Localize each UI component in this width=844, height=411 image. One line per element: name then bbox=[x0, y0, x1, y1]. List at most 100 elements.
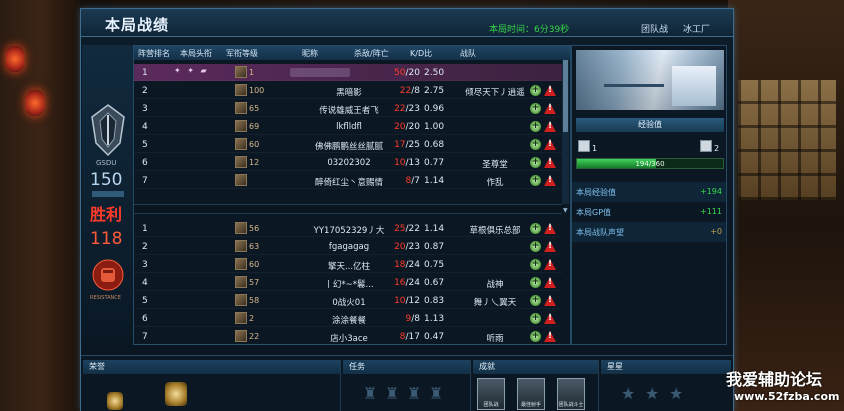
rank-number: 4 bbox=[142, 122, 148, 132]
kd-ratio: 0.87 bbox=[424, 242, 445, 252]
kills-deaths: 8/17 bbox=[374, 332, 420, 342]
kd-ratio: 1.14 bbox=[424, 176, 445, 186]
kd-ratio: 0.68 bbox=[424, 140, 445, 150]
kills: 50 bbox=[394, 68, 406, 78]
add-friend-button[interactable]: + bbox=[530, 295, 541, 306]
map-building bbox=[672, 66, 716, 106]
kd-ratio: 0.75 bbox=[424, 260, 445, 270]
trophy-icon: ♜ bbox=[407, 384, 422, 403]
resistance-label: RESISTANCE bbox=[90, 295, 121, 301]
col-rank: 阵营排名 bbox=[138, 49, 170, 58]
rank-level: 57 bbox=[249, 278, 260, 287]
achievement-label: 团队战斗士 bbox=[558, 402, 584, 408]
report-button[interactable]: ! bbox=[544, 277, 556, 288]
rank-insignia-icon bbox=[235, 330, 247, 342]
star-icon: ★ bbox=[621, 384, 636, 403]
add-friend-button[interactable]: + bbox=[530, 175, 541, 186]
rank-level: 60 bbox=[249, 140, 260, 149]
rank-number: 7 bbox=[142, 176, 148, 186]
kills-deaths: 18/24 bbox=[374, 260, 420, 270]
team1-score: 150 bbox=[90, 170, 123, 190]
report-button[interactable]: ! bbox=[544, 331, 556, 342]
report-button[interactable]: ! bbox=[544, 241, 556, 252]
col-clan: 战队 bbox=[460, 49, 476, 58]
report-button[interactable]: ! bbox=[544, 103, 556, 114]
deaths: /24 bbox=[405, 260, 420, 270]
scroll-down-icon[interactable]: ▼ bbox=[563, 207, 568, 214]
deaths: /23 bbox=[405, 104, 420, 114]
trophy-icon: ♜ bbox=[385, 384, 400, 403]
add-friend-button[interactable]: + bbox=[530, 259, 541, 270]
table-row: 6 2 涂涂餐餐 9/8 1.13 +! bbox=[134, 310, 562, 327]
exp-progress-bar: 194/360 bbox=[576, 158, 724, 169]
report-button[interactable]: ! bbox=[544, 157, 556, 168]
add-friend-button[interactable]: + bbox=[530, 121, 541, 132]
stat-label: 本局GP值 bbox=[576, 208, 612, 217]
rank-number: 6 bbox=[142, 314, 148, 324]
rank-insignia-icon bbox=[235, 66, 247, 78]
report-button[interactable]: ! bbox=[544, 313, 556, 324]
kills: 10 bbox=[394, 296, 406, 306]
star-icon: ★ bbox=[645, 384, 660, 403]
scrollbar[interactable]: ▼ bbox=[562, 60, 569, 214]
mode-label: 团队战 bbox=[641, 25, 669, 35]
add-friend-button[interactable]: + bbox=[530, 223, 541, 234]
rank-level: 69 bbox=[249, 122, 260, 131]
report-button[interactable]: ! bbox=[544, 259, 556, 270]
report-button[interactable]: ! bbox=[544, 139, 556, 150]
table-row: 7 醉倚红尘丶意赐情 8/7 1.14 作乱 +! bbox=[134, 172, 562, 189]
kills-deaths: 20/20 bbox=[374, 122, 420, 132]
add-friend-button[interactable]: + bbox=[530, 277, 541, 288]
rank-insignia-icon bbox=[235, 174, 247, 186]
rank-insignia-icon bbox=[235, 156, 247, 168]
clan-name: 作乱 bbox=[486, 178, 504, 188]
deaths: /23 bbox=[405, 242, 420, 252]
bottom-panel: 荣誉 任务 ♜ ♜ ♜ ♜ 成就 团队战 最佳射手 团队战斗士 星星 ★ ★ ★ bbox=[81, 355, 733, 411]
medal-icon bbox=[165, 382, 187, 406]
report-button[interactable]: ! bbox=[544, 85, 556, 96]
table-row: 4 57 丨幻*~*鬈... 16/24 0.67 战神 +! bbox=[134, 274, 562, 291]
deaths: /17 bbox=[405, 332, 420, 342]
background-right bbox=[728, 0, 844, 411]
achievement-badge[interactable]: 团队战斗士 bbox=[557, 378, 585, 410]
add-friend-button[interactable]: + bbox=[530, 103, 541, 114]
achievement-badge[interactable]: 团队战 bbox=[477, 378, 505, 410]
medal-icon bbox=[107, 392, 123, 410]
deaths: /22 bbox=[405, 224, 420, 234]
add-friend-button[interactable]: + bbox=[530, 139, 541, 150]
results-window: 本局战绩 本局时间：6分39秒 团队战 冰工厂 GSDU 150 胜利 118 … bbox=[80, 8, 734, 411]
title-bar: 本局战绩 本局时间：6分39秒 团队战 冰工厂 bbox=[81, 9, 733, 37]
table-row: 5 60 佛佛鹏鹏丝丝腻腻 17/25 0.68 +! bbox=[134, 136, 562, 153]
table-row: 3 60 擎天...亿柱 18/24 0.75 +! bbox=[134, 256, 562, 273]
rank-insignia-icon bbox=[235, 138, 247, 150]
kd-ratio: 0.96 bbox=[424, 104, 445, 114]
add-friend-button[interactable]: + bbox=[530, 157, 541, 168]
stat-value: +194 bbox=[700, 187, 722, 196]
report-button[interactable]: ! bbox=[544, 175, 556, 186]
task-section: 任务 ♜ ♜ ♜ ♜ bbox=[343, 360, 471, 411]
window-lattice-decoration bbox=[738, 80, 836, 200]
add-friend-button[interactable]: + bbox=[530, 241, 541, 252]
report-button[interactable]: ! bbox=[544, 295, 556, 306]
team2-score: 118 bbox=[90, 229, 123, 249]
kills-deaths: 9/8 bbox=[374, 314, 421, 324]
stat-row-gp: 本局GP值 +111 bbox=[572, 202, 726, 222]
honor-section: 荣誉 bbox=[83, 360, 341, 411]
resistance-fist-icon bbox=[92, 259, 124, 291]
add-friend-button[interactable]: + bbox=[530, 85, 541, 96]
achievement-badge[interactable]: 最佳射手 bbox=[517, 378, 545, 410]
deaths: /12 bbox=[405, 296, 420, 306]
background-left bbox=[0, 0, 80, 411]
add-friend-button[interactable]: + bbox=[530, 313, 541, 324]
star-section: 星星 ★ ★ ★ bbox=[601, 360, 731, 411]
rank-insignia-icon bbox=[235, 294, 247, 306]
scrollbar-thumb[interactable] bbox=[563, 60, 568, 132]
rank-number: 1 bbox=[142, 68, 148, 78]
watermark-text: 我爱辅助论坛 bbox=[726, 370, 823, 389]
kd-ratio: 1.13 bbox=[424, 314, 445, 324]
report-button[interactable]: ! bbox=[544, 223, 556, 234]
deaths: /20 bbox=[405, 68, 420, 78]
add-friend-button[interactable]: + bbox=[530, 331, 541, 342]
report-button[interactable]: ! bbox=[544, 121, 556, 132]
rank-insignia-icon bbox=[235, 222, 247, 234]
